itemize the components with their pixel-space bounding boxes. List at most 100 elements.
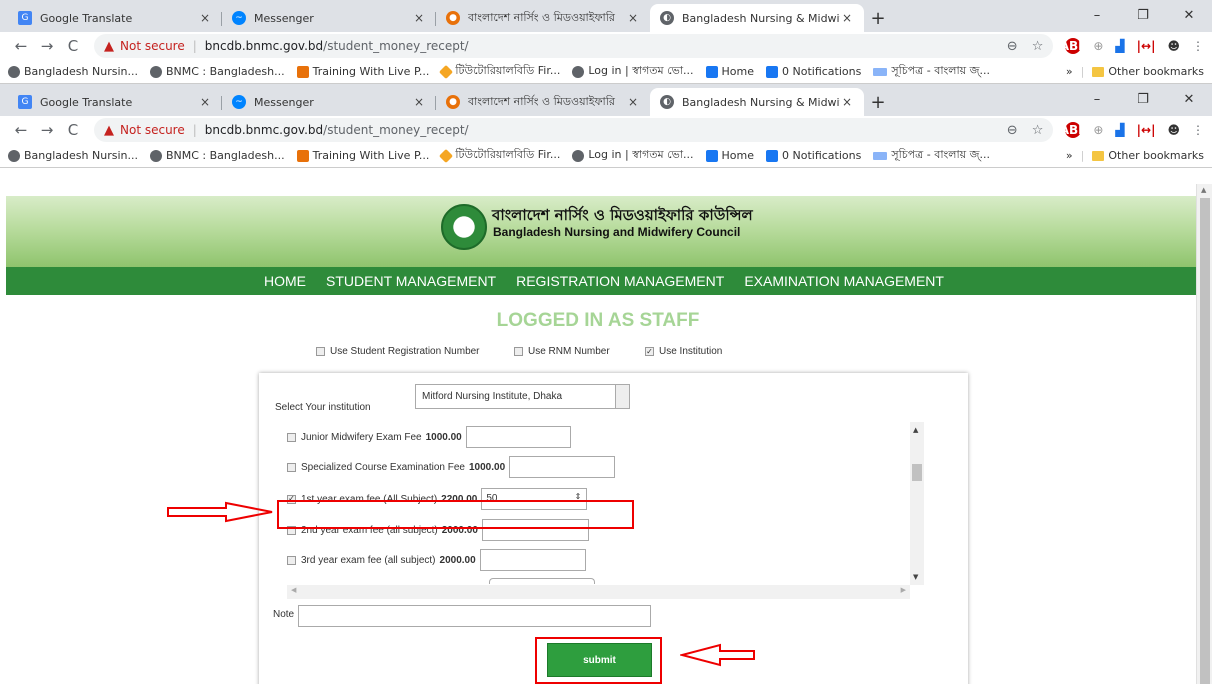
fee-list-vertical-scrollbar[interactable]: ▲ ▼ (910, 422, 924, 585)
translate-ext-icon[interactable]: ⊕ (1093, 123, 1103, 137)
fee-input[interactable] (509, 456, 616, 478)
scroll-up-icon[interactable]: ▲ (1201, 186, 1206, 194)
zoom-icon[interactable]: ⊖ (1007, 123, 1018, 138)
option-rnm-number[interactable]: Use RNM Number (514, 346, 610, 357)
other-bookmarks[interactable]: Other bookmarks (1092, 65, 1204, 78)
checkbox[interactable] (316, 347, 325, 356)
scroll-right-icon[interactable]: ▶ (901, 586, 906, 594)
restore-button[interactable]: ❐ (1120, 0, 1166, 30)
scroll-left-icon[interactable]: ◀ (291, 586, 296, 594)
profile-avatar-icon[interactable]: ☻ (1167, 39, 1180, 53)
tab-messenger[interactable]: ~ Messenger × (222, 4, 436, 32)
close-window-button[interactable]: ✕ (1166, 0, 1212, 30)
upload-ext-icon[interactable]: ▟ (1115, 123, 1124, 137)
bookmark-item[interactable]: টিউটোরিয়ালবিডি Fir... (439, 62, 560, 81)
close-icon[interactable]: × (840, 11, 854, 25)
tab-bnmc-active[interactable]: ◐ Bangladesh Nursing & Midwifery × (650, 88, 864, 116)
bookmark-item[interactable]: সূচিপত্র - বাংলায় জ্... (873, 62, 990, 81)
fee-input[interactable] (465, 426, 571, 448)
close-icon[interactable]: × (412, 95, 426, 109)
nav-examination-management[interactable]: EXAMINATION MANAGEMENT (744, 273, 944, 289)
bookmark-item[interactable]: 0 Notifications (766, 65, 861, 78)
reload-button[interactable]: C (60, 37, 86, 55)
tab-messenger[interactable]: ~ Messenger × (222, 88, 436, 116)
star-icon[interactable]: ☆ (1032, 39, 1044, 54)
nav-registration-management[interactable]: REGISTRATION MANAGEMENT (516, 273, 724, 289)
forward-button[interactable]: → (34, 37, 60, 55)
close-icon[interactable]: × (626, 11, 640, 25)
nav-home[interactable]: HOME (264, 273, 306, 289)
fee-row-3rd-year: 3rd year exam fee (all subject) 2000.00 (287, 549, 586, 571)
fee-input[interactable] (479, 549, 586, 571)
adblock-icon[interactable]: ABP (1060, 38, 1087, 54)
scroll-thumb[interactable] (912, 464, 922, 481)
reload-button[interactable]: C (60, 121, 86, 139)
bookmark-item[interactable]: Bangladesh Nursin... (8, 65, 138, 78)
bookmark-item[interactable]: Training With Live P... (296, 65, 429, 78)
bookmark-item[interactable]: 0 Notifications (766, 149, 861, 162)
scroll-thumb[interactable] (1200, 198, 1210, 684)
address-bar[interactable]: ▲ Not secure | bncdb.bnmc.gov.bd /studen… (94, 34, 1054, 58)
profile-avatar-icon[interactable]: ☻ (1167, 123, 1180, 137)
restore-button[interactable]: ❐ (1120, 84, 1166, 114)
close-icon[interactable]: × (412, 11, 426, 25)
new-tab-button[interactable]: + (864, 88, 892, 116)
code-ext-icon[interactable]: |↔| (1137, 123, 1156, 137)
checkbox[interactable] (514, 347, 523, 356)
fee-list-horizontal-scrollbar[interactable]: ◀ ▶ (287, 585, 910, 599)
close-window-button[interactable]: ✕ (1166, 84, 1212, 114)
note-textarea[interactable] (298, 605, 651, 627)
scroll-down-icon[interactable]: ▼ (913, 573, 918, 581)
bookmark-item[interactable]: Training With Live P... (296, 149, 429, 162)
forward-button[interactable]: → (34, 121, 60, 139)
clipped-input (489, 578, 595, 584)
bookmark-item[interactable]: BNMC : Bangladesh... (149, 65, 285, 78)
dropdown-button[interactable] (615, 385, 629, 408)
code-ext-icon[interactable]: |↔| (1137, 39, 1156, 53)
page-scrollbar[interactable]: ▲ (1196, 184, 1212, 684)
tab-bnmc-active[interactable]: ◐ Bangladesh Nursing & Midwifery × (650, 4, 864, 32)
bookmark-item[interactable]: সূচিপত্র - বাংলায় জ্... (873, 146, 990, 165)
minimize-button[interactable]: – (1074, 84, 1120, 114)
star-icon[interactable]: ☆ (1032, 123, 1044, 138)
bookmark-item[interactable]: BNMC : Bangladesh... (149, 149, 285, 162)
tab-google-translate[interactable]: G Google Translate × (8, 88, 222, 116)
checkbox-checked[interactable]: ✓ (645, 347, 654, 356)
bookmark-item[interactable]: Bangladesh Nursin... (8, 149, 138, 162)
tab-bnmc-bangla[interactable]: ● বাংলাদেশ নার্সিং ও মিডওয়াইফারি × (436, 4, 650, 32)
bookmark-item[interactable]: Home (705, 149, 754, 162)
upload-ext-icon[interactable]: ▟ (1115, 39, 1124, 53)
close-icon[interactable]: × (198, 95, 212, 109)
back-button[interactable]: ← (8, 37, 34, 55)
close-icon[interactable]: × (626, 95, 640, 109)
bookmark-label: Log in | স্বাগতম ভো... (588, 148, 694, 161)
adblock-icon[interactable]: ABP (1060, 122, 1087, 138)
fee-checkbox[interactable] (287, 432, 296, 442)
tab-bnmc-bangla[interactable]: ● বাংলাদেশ নার্সিং ও মিডওয়াইফারি × (436, 88, 650, 116)
other-bookmarks[interactable]: Other bookmarks (1092, 149, 1204, 162)
zoom-icon[interactable]: ⊖ (1007, 39, 1018, 54)
new-tab-button[interactable]: + (864, 4, 892, 32)
menu-icon[interactable]: ⋮ (1192, 123, 1204, 137)
bookmark-item[interactable]: টিউটোরিয়ালবিডি Fir... (439, 146, 560, 165)
fee-checkbox[interactable] (287, 462, 296, 472)
address-bar[interactable]: ▲ Not secure | bncdb.bnmc.gov.bd /studen… (94, 118, 1054, 142)
translate-ext-icon[interactable]: ⊕ (1093, 39, 1103, 53)
close-icon[interactable]: × (840, 95, 854, 109)
bookmark-item[interactable]: Log in | স্বাগতম ভো... (572, 146, 694, 165)
close-icon[interactable]: × (198, 11, 212, 25)
institution-select[interactable]: Mitford Nursing Institute, Dhaka (415, 384, 630, 409)
option-student-registration[interactable]: Use Student Registration Number (316, 346, 480, 357)
option-use-institution[interactable]: ✓ Use Institution (645, 346, 722, 357)
back-button[interactable]: ← (8, 121, 34, 139)
minimize-button[interactable]: – (1074, 0, 1120, 30)
bookmark-item[interactable]: Home (705, 65, 754, 78)
fee-checkbox[interactable] (287, 555, 296, 565)
scroll-up-icon[interactable]: ▲ (913, 426, 918, 434)
bookmark-item[interactable]: Log in | স্বাগতম ভো... (572, 62, 694, 81)
tab-google-translate[interactable]: G Google Translate × (8, 4, 222, 32)
menu-icon[interactable]: ⋮ (1192, 39, 1204, 53)
more-bookmarks-button[interactable]: » (1066, 149, 1073, 162)
nav-student-management[interactable]: STUDENT MANAGEMENT (326, 273, 496, 289)
more-bookmarks-button[interactable]: » (1066, 65, 1073, 78)
